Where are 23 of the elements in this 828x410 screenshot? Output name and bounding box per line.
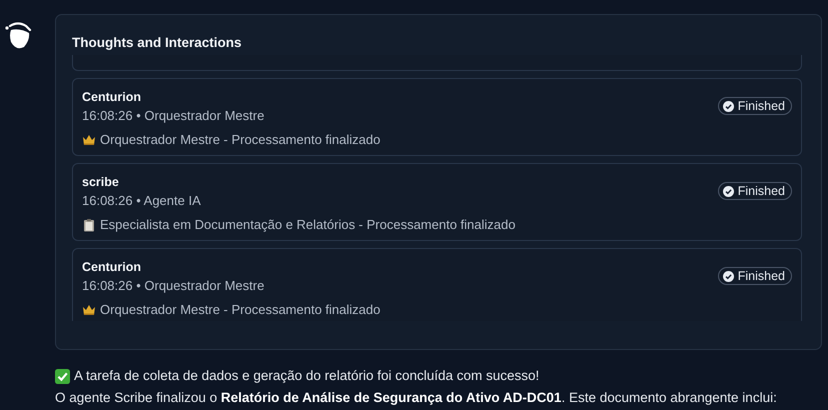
check-mark-icon	[55, 368, 70, 384]
entry-meta: 16:08:26 • Orquestrador Mestre	[82, 277, 264, 295]
check-icon	[722, 270, 734, 282]
entry-message: Especialista em Documentação e Relatórios - Processamento finalizado	[100, 216, 516, 234]
crown-icon	[82, 133, 96, 147]
status-badge: Finished	[718, 182, 792, 200]
crown-icon	[82, 303, 96, 317]
agent-name: scribe	[82, 174, 120, 190]
check-icon	[722, 186, 734, 196]
status-badge: Finished	[718, 267, 792, 285]
status-badge: Finished	[718, 97, 792, 115]
entry-meta: 16:08:26 • Agente IA	[82, 192, 201, 210]
agent-name: Centurion	[82, 259, 142, 275]
entry-meta: 16:08:26 • Orquestrador Mestre	[82, 107, 264, 125]
panel-title: Thoughts and Interactions	[72, 35, 243, 51]
success-message: A tarefa de coleta de dados e geração do relatório foi concluída com sucesso!	[74, 367, 540, 385]
summary-paragraph: O agente Scribe finalizou o Relatório de Análise de Segurança do Ativo AD-DC01. Este documento abrangente inclui:	[55, 389, 778, 407]
entry-message: Orquestrador Mestre - Processamento finalizado	[100, 131, 380, 149]
assistant-logo-icon	[4, 20, 34, 50]
clipboard-icon	[82, 218, 96, 232]
agent-name: Centurion	[82, 89, 142, 105]
check-icon	[722, 100, 734, 112]
entry-message: Orquestrador Mestre - Processamento finalizado	[100, 301, 380, 319]
